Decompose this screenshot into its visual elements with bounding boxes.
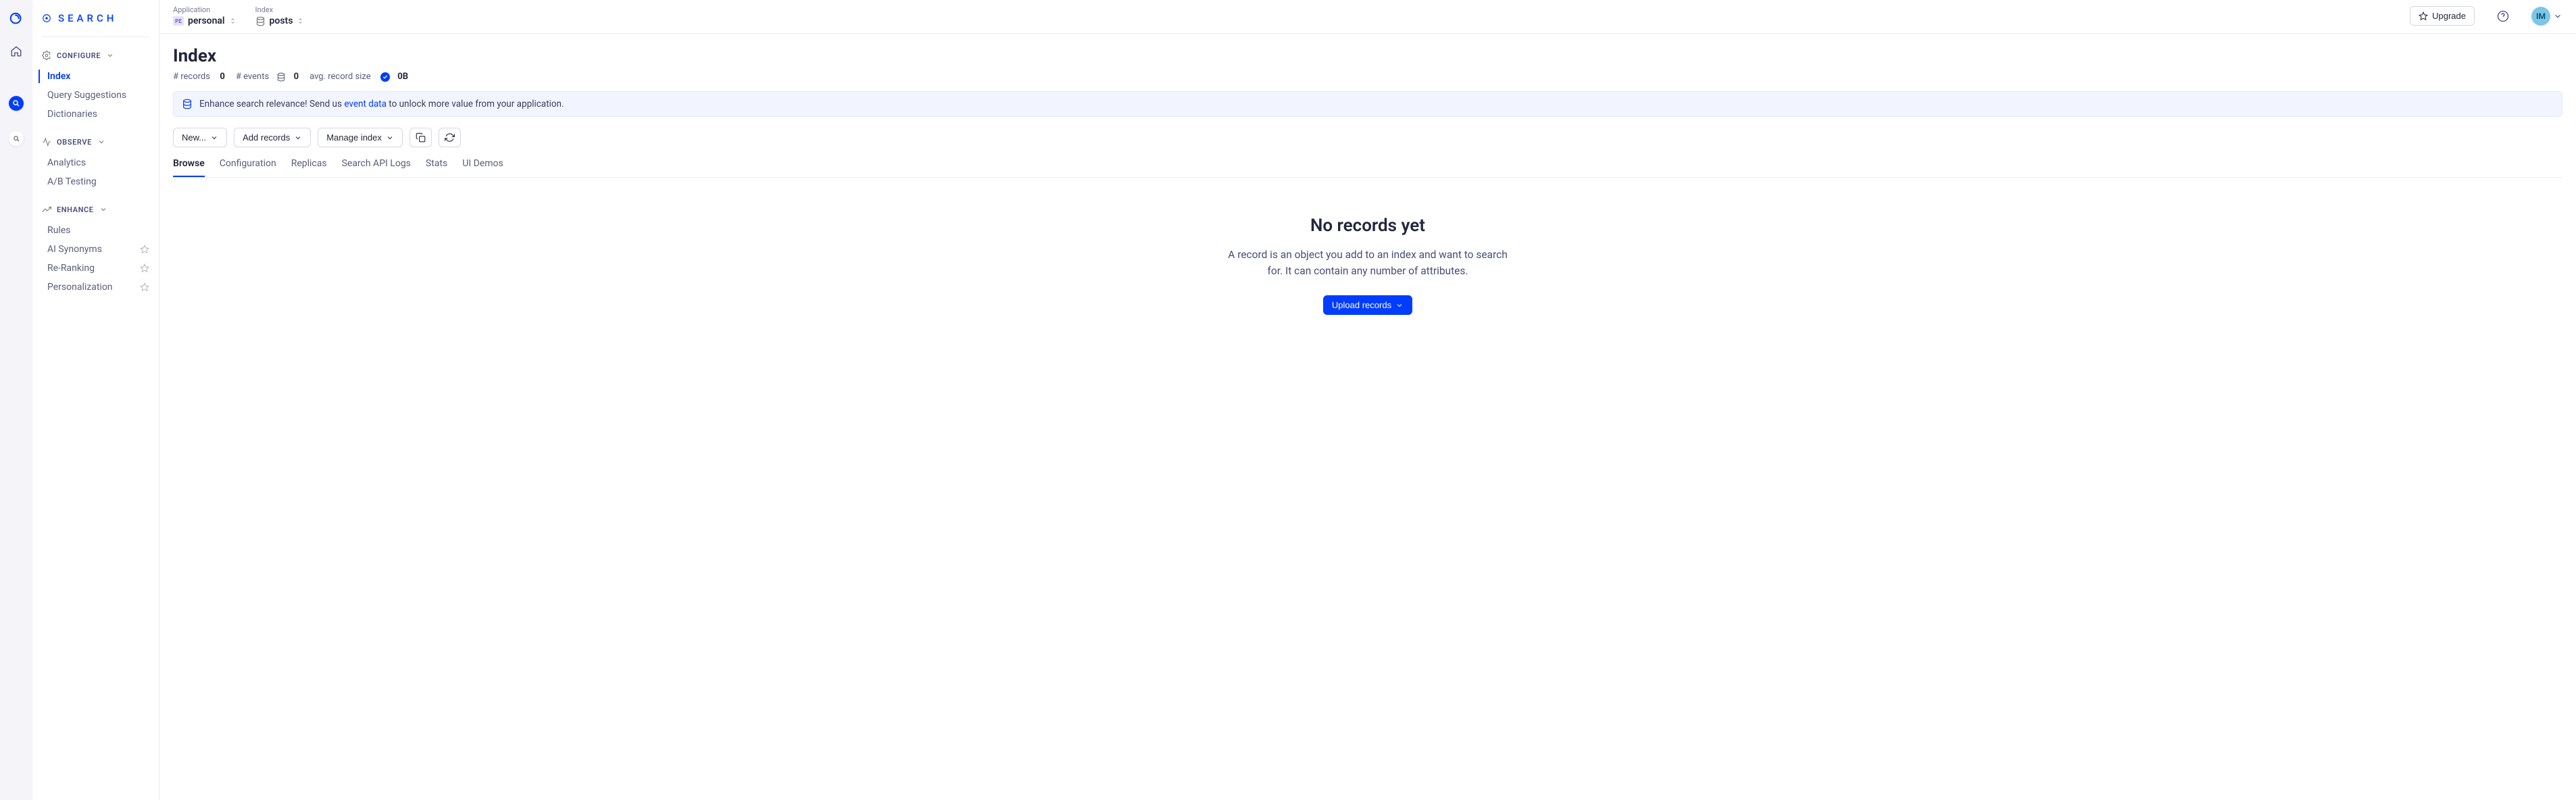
action-row: New... Add records Manage index xyxy=(173,128,2562,147)
tab-browse[interactable]: Browse xyxy=(173,158,205,177)
add-records-button[interactable]: Add records xyxy=(234,128,311,147)
rail-add-bubble[interactable] xyxy=(9,131,24,146)
refresh-icon xyxy=(445,132,455,143)
sidebar-brand: SEARCH xyxy=(32,12,159,36)
records-count: 0 xyxy=(220,72,224,82)
avg-record-size: 0B xyxy=(397,72,408,82)
section-observe[interactable]: OBSERVE xyxy=(32,133,159,151)
event-data-banner: Enhance search relevance! Send us event … xyxy=(173,91,2562,117)
tab-search-api-logs[interactable]: Search API Logs xyxy=(342,158,411,177)
sidebar-item-re-ranking[interactable]: Re-Ranking xyxy=(32,259,159,278)
empty-title: No records yet xyxy=(187,216,2549,236)
chevron-down-icon xyxy=(2553,11,2562,21)
help-icon xyxy=(2497,10,2509,22)
help-button[interactable] xyxy=(2494,7,2512,26)
check-badge-icon xyxy=(380,72,390,82)
selector-icon xyxy=(297,16,304,26)
selector-icon xyxy=(229,16,237,26)
star-icon xyxy=(140,282,149,292)
manage-index-button[interactable]: Manage index xyxy=(318,128,403,147)
chevron-down-icon xyxy=(106,51,114,59)
sidebar-item-ai-synonyms[interactable]: AI Synonyms xyxy=(32,240,159,259)
application-selector[interactable]: Application PE personal xyxy=(173,5,237,26)
divider xyxy=(42,36,149,37)
main: Application PE personal Index posts Upgr… xyxy=(159,0,2576,800)
star-icon xyxy=(140,245,149,254)
upload-records-button[interactable]: Upload records xyxy=(1323,295,1412,315)
tab-configuration[interactable]: Configuration xyxy=(220,158,276,177)
target-icon xyxy=(42,14,51,23)
section-label: CONFIGURE xyxy=(57,51,101,60)
events-count: 0 xyxy=(294,72,299,82)
page-title: Index xyxy=(173,46,2562,66)
empty-state: No records yet A record is an object you… xyxy=(173,178,2562,328)
copy-icon xyxy=(416,132,426,143)
sidebar-brand-text: SEARCH xyxy=(58,12,117,24)
sidebar-item-query-suggestions[interactable]: Query Suggestions xyxy=(32,86,159,105)
section-enhance[interactable]: ENHANCE xyxy=(32,201,159,218)
chevron-down-icon xyxy=(1395,301,1404,309)
trending-up-icon xyxy=(42,205,51,214)
tab-stats[interactable]: Stats xyxy=(426,158,447,177)
index-value: posts xyxy=(270,16,293,26)
app-rail xyxy=(0,0,32,800)
tab-replicas[interactable]: Replicas xyxy=(291,158,327,177)
rail-search-bubble[interactable] xyxy=(9,96,24,111)
chevron-down-icon xyxy=(294,134,302,142)
section-label: OBSERVE xyxy=(57,138,92,147)
tabs: Browse Configuration Replicas Search API… xyxy=(173,158,2562,178)
database-icon xyxy=(255,16,266,26)
new-button[interactable]: New... xyxy=(173,128,227,147)
avatar: IM xyxy=(2531,7,2550,26)
application-badge: PE xyxy=(173,16,184,26)
brand-logo-icon xyxy=(8,11,24,27)
chevron-down-icon xyxy=(386,134,394,142)
sidebar-item-index[interactable]: Index xyxy=(32,67,159,86)
refresh-button[interactable] xyxy=(439,128,461,147)
index-label: Index xyxy=(255,5,305,14)
upgrade-button[interactable]: Upgrade xyxy=(2410,6,2475,26)
topbar: Application PE personal Index posts Upgr… xyxy=(159,0,2576,34)
sidebar-item-personalization[interactable]: Personalization xyxy=(32,278,159,297)
account-menu[interactable]: IM xyxy=(2531,7,2562,26)
sidebar-item-ab-testing[interactable]: A/B Testing xyxy=(32,172,159,191)
application-label: Application xyxy=(173,5,237,14)
star-icon xyxy=(2419,11,2428,21)
chevron-down-icon xyxy=(210,134,218,142)
content: Index # records 0 # events 0 avg. record… xyxy=(159,34,2576,800)
home-icon[interactable] xyxy=(7,42,26,61)
star-icon xyxy=(140,264,149,273)
section-label: ENHANCE xyxy=(57,205,94,214)
database-icon xyxy=(276,72,286,82)
event-data-link[interactable]: event data xyxy=(344,99,387,109)
sidebar-item-rules[interactable]: Rules xyxy=(32,221,159,240)
sidebar-item-analytics[interactable]: Analytics xyxy=(32,153,159,172)
tab-ui-demos[interactable]: UI Demos xyxy=(462,158,503,177)
database-icon xyxy=(182,99,193,109)
activity-icon xyxy=(42,137,51,147)
stats-row: # records 0 # events 0 avg. record size … xyxy=(173,72,2562,82)
chevron-down-icon xyxy=(99,205,107,214)
application-value: personal xyxy=(188,16,225,26)
index-selector[interactable]: Index posts xyxy=(255,5,305,26)
sidebar: SEARCH CONFIGURE Index Query Suggestions… xyxy=(32,0,159,800)
section-configure[interactable]: CONFIGURE xyxy=(32,47,159,64)
copy-button[interactable] xyxy=(410,128,432,147)
empty-body: A record is an object you add to an inde… xyxy=(1226,247,1510,279)
sidebar-item-dictionaries[interactable]: Dictionaries xyxy=(32,105,159,124)
gear-icon xyxy=(42,51,51,60)
chevron-down-icon xyxy=(97,138,105,146)
